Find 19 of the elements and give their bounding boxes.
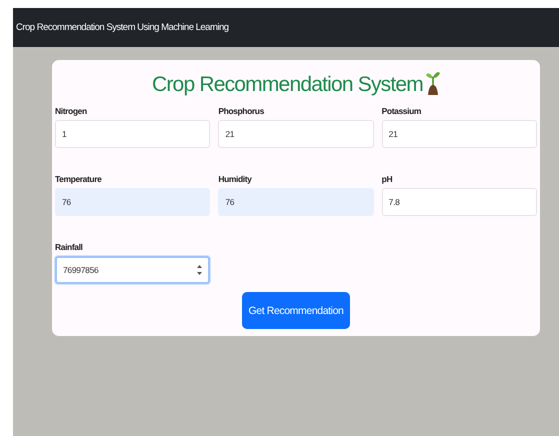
field-label: Rainfall <box>55 242 84 252</box>
navbar-title: Crop Recommendation System Using Machine Learning <box>16 22 229 33</box>
input-field[interactable]: 76997856 <box>55 256 210 284</box>
input-field[interactable]: 21 <box>382 120 537 148</box>
field-label: Potassium <box>382 106 422 116</box>
field-label: pH <box>382 174 394 184</box>
input-field[interactable]: 7.8 <box>382 188 537 216</box>
field-label: Temperature <box>55 174 102 184</box>
page-title: Crop Recommendation System <box>152 72 423 98</box>
field-label: Phosphorus <box>218 106 265 116</box>
field-label: Nitrogen <box>55 106 88 116</box>
input-field[interactable]: 76 <box>55 188 210 216</box>
get-recommendation-button[interactable]: Get Recommendation <box>242 292 350 329</box>
input-field[interactable]: 21 <box>218 120 374 148</box>
sprout-icon <box>426 71 440 95</box>
input-field[interactable]: 1 <box>55 120 210 148</box>
spinner-icon[interactable] <box>197 264 202 276</box>
field-label: Humidity <box>218 174 253 184</box>
input-field[interactable]: 76 <box>218 188 374 216</box>
